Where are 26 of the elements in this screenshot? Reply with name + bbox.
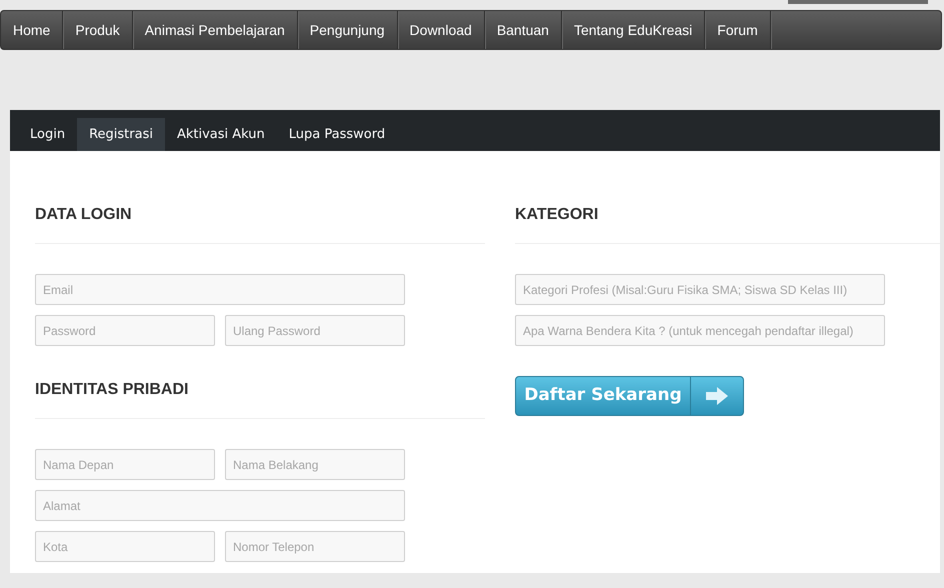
tab[interactable]: Registrasi bbox=[77, 118, 165, 151]
nav-link[interactable]: Produk bbox=[63, 11, 133, 49]
tab[interactable]: Lupa Password bbox=[276, 118, 398, 151]
tab[interactable]: Aktivasi Akun bbox=[164, 118, 277, 151]
input-field[interactable]: Nama Belakang bbox=[225, 449, 405, 480]
section-heading: DATA LOGIN bbox=[35, 205, 133, 225]
tab[interactable]: Login bbox=[18, 118, 78, 151]
nav-link[interactable]: Home bbox=[1, 11, 64, 49]
nav-link[interactable]: Forum bbox=[705, 11, 771, 49]
input-field[interactable]: Nomor Telepon bbox=[225, 531, 405, 562]
input-field[interactable]: Kategori Profesi (Misal:Guru Fisika SMA; Siswa SD Kelas III) bbox=[515, 274, 885, 305]
input-field[interactable]: Apa Warna Bendera Kita ? (untuk mencegah pendaftar illegal) bbox=[515, 315, 885, 346]
nav-link[interactable]: Bantuan bbox=[484, 11, 562, 49]
input-field[interactable]: Password bbox=[35, 315, 215, 346]
section-heading: IDENTITAS PRIBADI bbox=[35, 380, 190, 400]
input-field[interactable]: Email bbox=[35, 274, 405, 305]
nav-link[interactable]: Pengunjung bbox=[298, 11, 398, 49]
nav-link[interactable]: Animasi Pembelajaran bbox=[132, 11, 298, 49]
input-field[interactable]: Alamat bbox=[35, 490, 405, 521]
input-field[interactable]: Ulang Password bbox=[225, 315, 405, 346]
input-field[interactable]: Kota bbox=[35, 531, 215, 562]
section-heading: KATEGORI bbox=[515, 205, 600, 225]
input-field[interactable]: Nama Depan bbox=[35, 449, 215, 480]
nav-link[interactable]: Download bbox=[398, 11, 485, 49]
arrow-right-icon bbox=[706, 387, 728, 405]
nav-link[interactable]: Tentang EduKreasi bbox=[562, 11, 706, 49]
